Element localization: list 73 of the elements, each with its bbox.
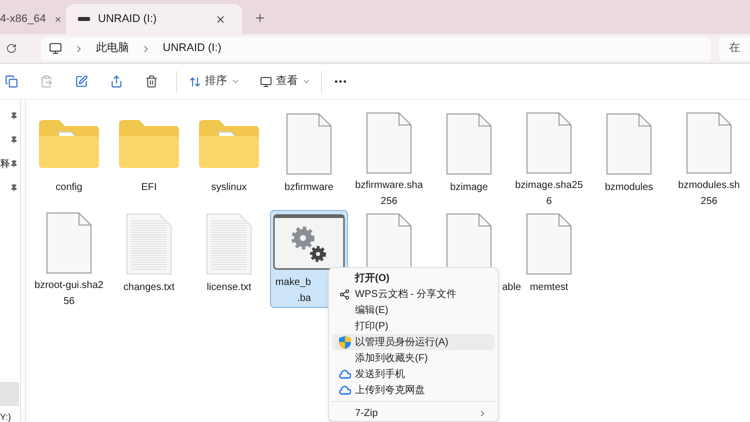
menu-item-label: 打印(P) xyxy=(355,320,390,334)
menu-item-label: 7-Zip xyxy=(355,406,379,420)
menu-item[interactable]: 7-Zip xyxy=(332,405,495,421)
new-tab-icon[interactable] xyxy=(254,12,266,24)
folder-icon xyxy=(117,118,181,170)
cloud-icon xyxy=(339,385,351,395)
folder-icon xyxy=(37,118,101,170)
view-button[interactable]: 查看 xyxy=(260,73,311,90)
file-name: bzimage xyxy=(450,181,488,195)
file-name: make_b .ba xyxy=(275,276,311,306)
file-name: license.txt xyxy=(206,281,252,295)
folder-icon xyxy=(197,118,261,170)
file-name: syslinux xyxy=(211,181,247,195)
menu-item[interactable]: 发送到手机 xyxy=(332,366,495,382)
menu-item-label: 打开(O) xyxy=(355,272,390,286)
file-name: bzmodules xyxy=(604,181,654,195)
file-name: bzimage.sha25 6 xyxy=(515,179,583,209)
file-icon xyxy=(525,213,573,275)
file-name: bzfirmware xyxy=(284,181,334,195)
tab-title: UNRAID (I:) xyxy=(98,12,158,27)
menu-item-label: 发送到手机 xyxy=(355,368,406,382)
nav-item-label[interactable]: 释 xyxy=(0,156,10,172)
close-icon[interactable] xyxy=(215,14,226,24)
search-field[interactable]: 在 xyxy=(719,36,750,60)
rename-icon[interactable] xyxy=(75,75,88,88)
menu-item[interactable]: 打印(P) xyxy=(332,318,495,334)
file-name: bzfirmware.sha 256 xyxy=(355,179,423,209)
text-file-icon xyxy=(205,213,253,275)
menu-item-label: 编辑(E) xyxy=(355,304,390,318)
file-name: bzroot-gui.sha2 56 xyxy=(34,279,104,309)
refresh-icon[interactable] xyxy=(6,43,17,54)
file-icon xyxy=(45,212,93,274)
file-name: bzmodules.sh 256 xyxy=(678,179,740,209)
menu-item-label: WPS云文档 - 分享文件 xyxy=(355,288,458,302)
file-name: changes.txt xyxy=(123,281,175,295)
file-icon xyxy=(445,113,493,175)
share-icon xyxy=(339,288,350,300)
tab[interactable]: UNRAID (I:) xyxy=(66,4,242,34)
delete-icon[interactable] xyxy=(145,75,158,88)
menu-item-label: 添加到收藏夹(F) xyxy=(355,352,429,366)
file-name: able xyxy=(502,281,521,295)
file-name: memtest xyxy=(530,281,568,295)
file-icon xyxy=(525,112,573,174)
share-icon[interactable] xyxy=(110,75,123,88)
tab[interactable]: 4-x86_64 xyxy=(0,4,66,34)
file-icon xyxy=(685,112,733,174)
drive-icon xyxy=(78,17,90,21)
shield-icon xyxy=(339,336,351,348)
file-icon xyxy=(285,113,333,175)
breadcrumb[interactable]: 此电脑 xyxy=(96,40,129,57)
sort-button[interactable]: 排序 xyxy=(189,73,240,90)
monitor-icon xyxy=(48,42,62,55)
caret-icon xyxy=(302,77,311,86)
menu-item[interactable]: 以管理员身份运行(A) xyxy=(332,334,495,350)
copy-icon[interactable] xyxy=(5,75,18,88)
nav-item-label[interactable]: Y:) xyxy=(0,412,20,422)
menu-item[interactable]: 上传到夸克网盘 xyxy=(332,382,495,398)
sort-icon xyxy=(189,76,201,88)
menu-item[interactable]: 添加到收藏夹(F) xyxy=(332,350,495,366)
address-field[interactable]: 此电脑 UNRAID (I:) xyxy=(40,36,711,60)
view-icon xyxy=(260,76,272,88)
file-icon xyxy=(365,112,413,174)
file-name: config xyxy=(56,181,82,195)
text-file-icon xyxy=(125,213,173,275)
caret-icon xyxy=(231,77,240,86)
menu-item-label: 上传到夸克网盘 xyxy=(355,384,426,398)
breadcrumb[interactable]: UNRAID (I:) xyxy=(162,40,222,57)
file-icon xyxy=(605,113,653,175)
file-name: EFI xyxy=(141,181,157,195)
chevron-icon xyxy=(478,408,487,418)
cloud-icon xyxy=(339,369,351,379)
tab-title: 4-x86_64 xyxy=(0,12,46,27)
menu-item-label: 以管理员身份运行(A) xyxy=(355,336,450,350)
